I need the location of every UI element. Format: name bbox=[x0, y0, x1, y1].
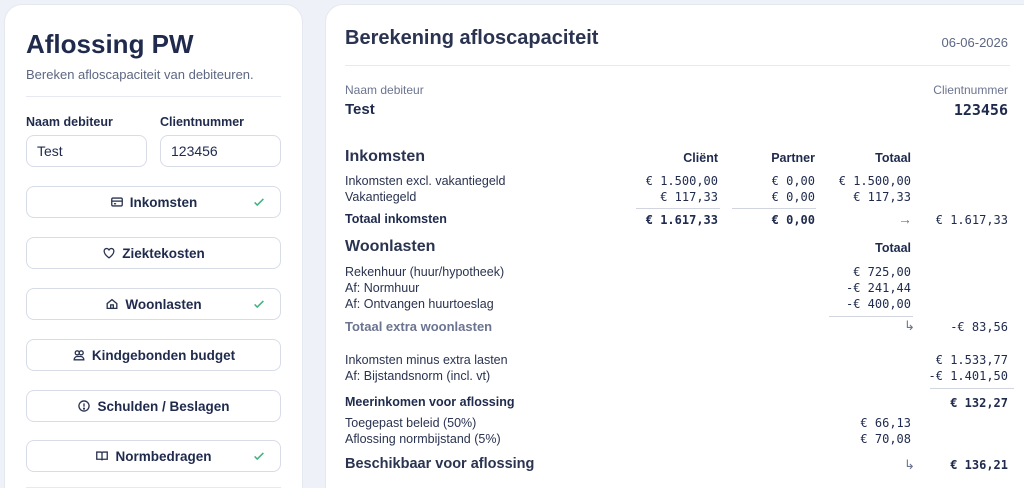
debtor-name-label: Naam debiteur bbox=[345, 83, 424, 97]
norm-label: Af: Bijstandsnorm (incl. vt) bbox=[345, 369, 491, 383]
housing-row-value: -€ 400,00 bbox=[845, 297, 911, 311]
woonlasten-label: Woonlasten bbox=[125, 296, 202, 312]
income-row-client: € 1.500,00 bbox=[645, 174, 718, 188]
check-icon bbox=[254, 452, 264, 461]
report-date: 06-06-2026 bbox=[941, 35, 1009, 50]
home-icon bbox=[106, 298, 118, 310]
client-number-input[interactable] bbox=[160, 135, 281, 167]
header-divider bbox=[345, 65, 1010, 66]
heart-icon bbox=[103, 247, 115, 259]
col-client-header: Cliënt bbox=[683, 151, 718, 165]
check-icon bbox=[254, 300, 264, 309]
schulden-beslagen-label: Schulden / Beslagen bbox=[97, 398, 230, 414]
housing-total-label: Totaal extra woonlasten bbox=[345, 319, 493, 334]
surplus-label: Meerinkomen voor aflossing bbox=[345, 395, 515, 409]
income-row-partner: € 0,00 bbox=[771, 174, 815, 188]
housing-col-total-header: Totaal bbox=[875, 241, 911, 255]
report-panel: Berekening afloscapaciteit 06-06-2026 Na… bbox=[325, 4, 1024, 488]
summary-sum-line bbox=[930, 388, 1014, 389]
inkomsten-label: Inkomsten bbox=[129, 194, 198, 210]
partner-sum-line bbox=[732, 208, 816, 209]
income-total-partner: € 0,00 bbox=[771, 213, 815, 227]
kindgebonden-budget-label: Kindgebonden budget bbox=[91, 347, 236, 363]
sidebar-divider bbox=[26, 96, 281, 97]
norm-pct-label: Aflossing normbijstand (5%) bbox=[345, 432, 501, 446]
ziektekosten-button[interactable]: Ziektekosten bbox=[26, 237, 281, 269]
ziektekosten-label: Ziektekosten bbox=[122, 245, 205, 261]
available-value: € 136,21 bbox=[950, 458, 1008, 472]
housing-heading: Woonlasten bbox=[345, 238, 436, 255]
sidebar-panel: Aflossing PW Bereken afloscapaciteit van… bbox=[4, 4, 303, 488]
housing-row-label: Af: Ontvangen huurtoeslag bbox=[345, 297, 494, 311]
client-number-value: 123456 bbox=[953, 101, 1008, 119]
return-arrow-icon: ↳ bbox=[904, 457, 915, 472]
name-input[interactable] bbox=[26, 135, 147, 167]
users-icon bbox=[73, 350, 85, 361]
inkomsten-button[interactable]: Inkomsten bbox=[26, 186, 281, 218]
kindgebonden-budget-button[interactable]: Kindgebonden budget bbox=[26, 339, 281, 371]
arrow-right-icon: → bbox=[898, 211, 912, 227]
income-row-client: € 117,33 bbox=[660, 190, 718, 204]
col-total-header: Totaal bbox=[875, 151, 911, 165]
norm-value: -€ 1.401,50 bbox=[928, 369, 1008, 383]
norm-pct-value: € 70,08 bbox=[860, 432, 911, 446]
schulden-beslagen-button[interactable]: Schulden / Beslagen bbox=[26, 390, 281, 422]
income-row-partner: € 0,00 bbox=[771, 190, 815, 204]
housing-row-label: Af: Normhuur bbox=[345, 281, 420, 295]
policy-label: Toegepast beleid (50%) bbox=[345, 416, 477, 430]
income-total-label: Totaal inkomsten bbox=[345, 212, 447, 226]
check-icon bbox=[254, 198, 264, 207]
policy-value: € 66,13 bbox=[860, 416, 911, 430]
app-subtitle: Bereken afloscapaciteit van debiteuren. bbox=[26, 67, 254, 82]
card-icon bbox=[110, 197, 123, 207]
alert-icon bbox=[78, 400, 91, 412]
housing-row-value: € 725,00 bbox=[853, 265, 911, 279]
book-icon bbox=[96, 451, 109, 461]
income-row-total: € 1.500,00 bbox=[838, 174, 911, 188]
name-label: Naam debiteur bbox=[26, 115, 113, 129]
income-row-total: € 117,33 bbox=[853, 190, 911, 204]
debtor-name-value: Test bbox=[345, 101, 375, 118]
app-title: Aflossing PW bbox=[26, 29, 194, 59]
housing-total-value: -€ 83,56 bbox=[950, 320, 1008, 334]
client-number-label: Clientnummer bbox=[933, 83, 1008, 97]
income-total-value: € 1.617,33 bbox=[935, 213, 1008, 227]
income-row-label: Inkomsten excl. vakantiegeld bbox=[345, 174, 506, 188]
housing-row-value: -€ 241,44 bbox=[845, 281, 911, 295]
return-arrow-icon: ↳ bbox=[904, 318, 915, 333]
client-number-label: Clientnummer bbox=[160, 115, 245, 129]
income-heading: Inkomsten bbox=[345, 148, 426, 165]
woonlasten-button[interactable]: Woonlasten bbox=[26, 288, 281, 320]
normbedragen-button[interactable]: Normbedragen bbox=[26, 440, 281, 472]
income-minus-label: Inkomsten minus extra lasten bbox=[345, 353, 508, 367]
housing-sum-line bbox=[829, 316, 913, 317]
surplus-value: € 132,27 bbox=[950, 396, 1008, 410]
available-label: Beschikbaar voor aflossing bbox=[345, 456, 535, 472]
income-row-label: Vakantiegeld bbox=[345, 190, 417, 204]
normbedragen-label: Normbedragen bbox=[115, 448, 212, 464]
housing-row-label: Rekenhuur (huur/hypotheek) bbox=[345, 265, 505, 279]
report-title: Berekening afloscapaciteit bbox=[345, 27, 599, 49]
client-sum-line bbox=[636, 208, 720, 209]
income-minus-value: € 1.533,77 bbox=[935, 353, 1008, 367]
income-total-client: € 1.617,33 bbox=[645, 213, 718, 227]
col-partner-header: Partner bbox=[771, 151, 815, 165]
